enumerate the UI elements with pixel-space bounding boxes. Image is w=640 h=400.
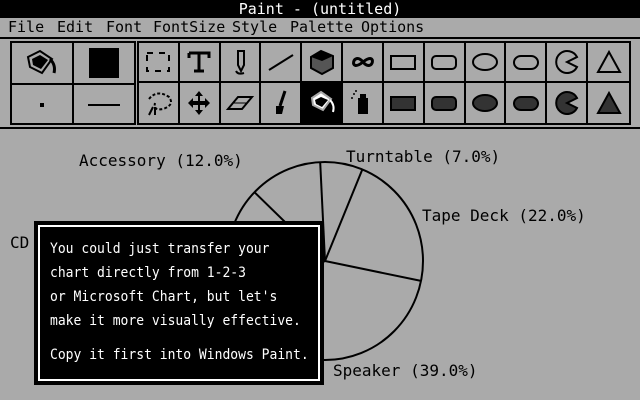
- pie-icon[interactable]: [547, 43, 589, 83]
- menu-file[interactable]: File: [8, 18, 44, 37]
- rounded-rectangle-icon[interactable]: [424, 43, 466, 83]
- rectangle-icon[interactable]: [383, 43, 425, 83]
- pie-slice-divider-speaker: [324, 260, 422, 282]
- menu-palette[interactable]: Palette: [290, 18, 353, 37]
- curve-icon[interactable]: [343, 43, 384, 83]
- message-line: or Microsoft Chart, but let's: [50, 289, 278, 305]
- spray-icon[interactable]: [343, 83, 384, 123]
- fill-icon[interactable]: [302, 83, 344, 123]
- filled-ellipse-icon[interactable]: [466, 83, 507, 123]
- foreground-color-swatch[interactable]: [75, 44, 133, 82]
- filled-rounded-rectangle-icon[interactable]: [425, 83, 466, 123]
- triangle-icon[interactable]: [588, 43, 629, 83]
- pie-slice-divider-tape-deck: [324, 169, 364, 262]
- pie-label-accessory: Accessory (12.0%): [79, 151, 243, 170]
- paintbrush-icon[interactable]: [220, 43, 262, 83]
- selection-rect-icon[interactable]: [139, 43, 180, 83]
- menu-style[interactable]: Style: [232, 18, 277, 37]
- oval-icon[interactable]: [506, 43, 548, 83]
- message-line: You could just transfer your: [50, 241, 270, 257]
- pie-label-cd: CD: [10, 233, 30, 252]
- ellipse-icon[interactable]: [465, 43, 507, 83]
- filled-pie-icon[interactable]: [547, 83, 589, 123]
- move-icon[interactable]: [180, 83, 221, 123]
- menu-edit[interactable]: Edit: [57, 18, 93, 37]
- message-line: chart directly from 1-2-3: [50, 265, 246, 281]
- tool-grid: [137, 41, 631, 125]
- message-line: make it more visually effective.: [50, 313, 301, 329]
- color-width-panel: [10, 41, 136, 125]
- paint-bucket-icon[interactable]: [13, 44, 71, 82]
- line-width-icon[interactable]: [75, 86, 133, 124]
- pie-label-turntable: Turntable (7.0%): [346, 147, 501, 166]
- pie-label-speaker: Speaker (39.0%): [333, 361, 478, 380]
- cube-icon[interactable]: [302, 43, 344, 83]
- line-icon[interactable]: [261, 43, 303, 83]
- tutorial-message-box: You could just transfer your chart direc…: [34, 221, 324, 385]
- filled-triangle-icon[interactable]: [588, 83, 629, 123]
- message-line: Copy it first into Windows Paint.: [50, 347, 309, 363]
- lasso-icon[interactable]: [139, 83, 180, 123]
- brush-icon[interactable]: [261, 83, 303, 123]
- text-icon[interactable]: [179, 43, 221, 83]
- drawing-canvas[interactable]: Accessory (12.0%) Turntable (7.0%) Tape …: [0, 129, 640, 400]
- brush-dot-icon[interactable]: [13, 86, 71, 124]
- filled-rectangle-icon[interactable]: [384, 83, 425, 123]
- eraser-icon[interactable]: [221, 83, 262, 123]
- toolbox: [0, 39, 640, 129]
- menu-fontsize[interactable]: FontSize: [153, 18, 225, 37]
- menu-options[interactable]: Options: [361, 18, 424, 37]
- pie-label-tape-deck: Tape Deck (22.0%): [422, 206, 586, 225]
- window-title: Paint - (untitled): [0, 0, 640, 18]
- menu-font[interactable]: Font: [106, 18, 142, 37]
- filled-oval-icon[interactable]: [506, 83, 548, 123]
- menu-bar: File Edit Font FontSize Style Palette Op…: [0, 18, 640, 39]
